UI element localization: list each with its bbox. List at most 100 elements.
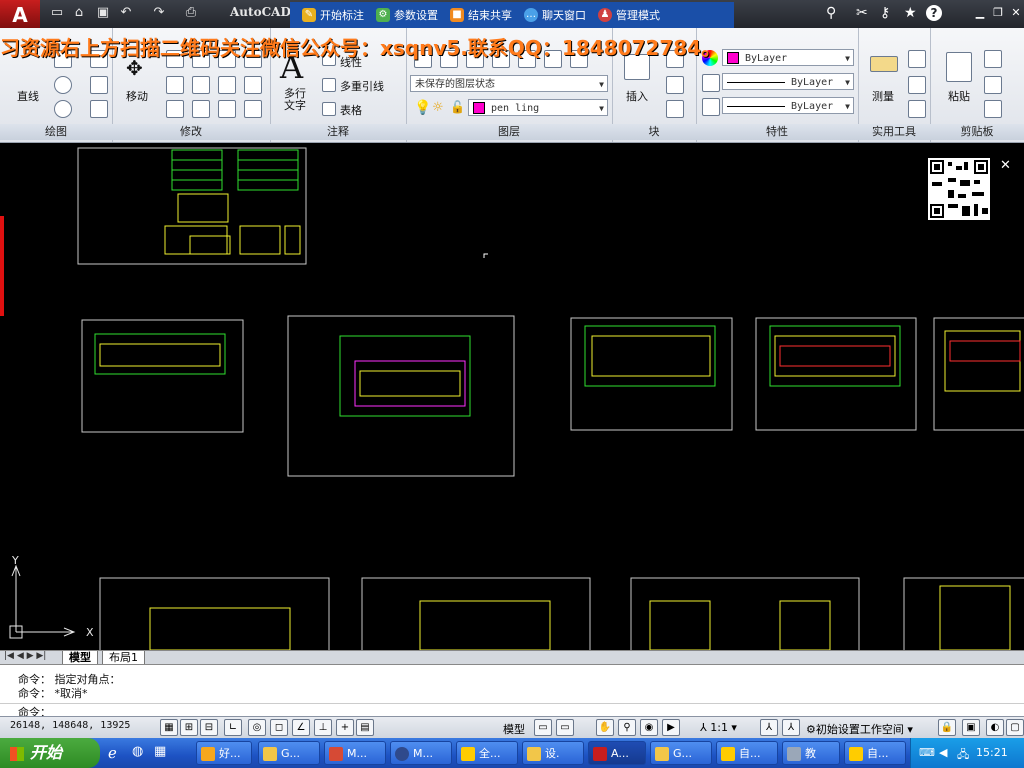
lineweight-dropdown[interactable]: ByLayer ▼	[722, 97, 854, 114]
clean-screen-icon[interactable]: ▢	[1006, 719, 1024, 736]
match-properties-icon[interactable]	[984, 100, 1002, 118]
taskbar-item[interactable]: 教	[782, 741, 840, 765]
circle-icon[interactable]	[54, 76, 72, 94]
clipboard-panel-title[interactable]: 剪贴板	[930, 124, 1024, 140]
ie-icon[interactable]: ℯ	[108, 744, 117, 762]
layers-panel-title[interactable]: 图层	[406, 124, 612, 140]
offset-icon[interactable]	[244, 76, 262, 94]
select-all-icon[interactable]	[908, 76, 926, 94]
draw-panel-title[interactable]: 绘图	[0, 124, 112, 140]
quick-view-drawings-icon[interactable]: ▭	[556, 719, 574, 736]
chat-window-button[interactable]: … 聊天窗口	[524, 7, 586, 23]
application-menu-button[interactable]: A	[0, 0, 40, 30]
quick-select-icon[interactable]	[908, 50, 926, 68]
restore-button[interactable]: ❐	[990, 6, 1006, 20]
new-file-icon[interactable]: ▭	[48, 5, 66, 21]
drawing-area[interactable]: Y X ✕	[0, 146, 1024, 650]
annotation-scale[interactable]: ⅄ 1:1 ▾	[700, 721, 737, 734]
taskbar-item[interactable]: M...	[324, 741, 386, 765]
snap-icon[interactable]: ⊞	[180, 719, 198, 736]
start-button[interactable]: 开始	[0, 738, 100, 768]
chamfer-icon[interactable]	[244, 100, 262, 118]
open-folder-icon[interactable]: ⌂	[70, 5, 88, 21]
fillet-icon[interactable]	[218, 76, 236, 94]
network-icon[interactable]: 🖧	[957, 746, 969, 765]
taskbar-item-active[interactable]: A...	[588, 741, 646, 765]
ducs-icon[interactable]: ⊥	[314, 719, 332, 736]
close-qr-icon[interactable]: ✕	[1000, 158, 1011, 173]
tools-icon[interactable]: ✂	[856, 5, 868, 21]
rectangle-icon[interactable]	[90, 76, 108, 94]
isolate-objects-icon[interactable]: ◐	[986, 719, 1004, 736]
help-icon[interactable]: ?	[926, 5, 942, 21]
ortho-icon[interactable]: ∟	[224, 719, 242, 736]
quick-view-layouts-icon[interactable]: ▭	[534, 719, 552, 736]
array-icon[interactable]	[218, 100, 236, 118]
infer-constraints-icon[interactable]: ▦	[160, 719, 178, 736]
end-share-button[interactable]: ■ 结束共享	[450, 7, 512, 23]
taskbar-item[interactable]: 设.	[522, 741, 584, 765]
measure-icon[interactable]	[870, 56, 898, 72]
binoculars-icon[interactable]: ⚲	[826, 5, 836, 21]
paste-icon[interactable]	[946, 52, 972, 82]
auto-scale-icon[interactable]: ⅄	[782, 719, 800, 736]
hatch-icon[interactable]	[90, 100, 108, 118]
model-space-label[interactable]: 模型	[503, 721, 525, 737]
ellipse-icon[interactable]	[54, 100, 72, 118]
otrack-icon[interactable]: ∠	[292, 719, 310, 736]
hardware-accel-icon[interactable]: ▣	[962, 719, 980, 736]
clock[interactable]: 15:21	[976, 746, 1008, 759]
pan-icon[interactable]: ✋	[596, 719, 614, 736]
linetype-icon[interactable]	[702, 74, 720, 92]
measure-button[interactable]: 测量	[868, 88, 898, 104]
tab-model[interactable]: 模型	[62, 651, 98, 665]
scale-icon[interactable]	[192, 100, 210, 118]
attribute-icon[interactable]	[666, 100, 684, 118]
color-dropdown[interactable]: ByLayer ▼	[722, 49, 854, 66]
media-icon[interactable]: ▦	[154, 744, 166, 759]
redo-icon[interactable]: ↷	[150, 5, 168, 21]
print-icon[interactable]: ⎙	[182, 5, 200, 21]
taskbar-item[interactable]: 全...	[456, 741, 518, 765]
workspace-switcher[interactable]: ⚙初始设置工作空间 ▾	[806, 721, 913, 737]
key-icon[interactable]: ⚷	[880, 5, 890, 21]
tab-layout1[interactable]: 布局1	[102, 651, 145, 665]
undo-icon[interactable]: ↶	[117, 5, 135, 21]
polar-icon[interactable]: ◎	[248, 719, 266, 736]
current-layer-dropdown[interactable]: pen ling ▼	[468, 99, 608, 116]
utilities-panel-title[interactable]: 实用工具	[858, 124, 930, 140]
settings-button[interactable]: ⚙ 参数设置	[376, 7, 438, 23]
stretch-icon[interactable]	[166, 100, 184, 118]
properties-panel-title[interactable]: 特性	[696, 124, 858, 140]
paste-button[interactable]: 粘贴	[944, 88, 974, 104]
dyn-icon[interactable]: +	[336, 719, 354, 736]
copy-icon[interactable]	[166, 76, 184, 94]
modify-panel-title[interactable]: 修改	[112, 124, 270, 140]
block-panel-title[interactable]: 块	[612, 124, 696, 140]
steering-wheel-icon[interactable]: ◉	[640, 719, 658, 736]
linetype-dropdown[interactable]: ByLayer ▼	[722, 73, 854, 90]
zoom-icon[interactable]: ⚲	[618, 719, 636, 736]
chrome-icon[interactable]: ◍	[132, 744, 143, 759]
insert-button[interactable]: 插入	[622, 88, 652, 104]
annotation-panel-title[interactable]: 注释	[270, 124, 406, 140]
lock-icon[interactable]: 🔒	[938, 719, 956, 736]
showmotion-icon[interactable]: ▶	[662, 719, 680, 736]
cut-icon[interactable]	[984, 50, 1002, 68]
expand-tray-icon[interactable]: ◀	[939, 746, 947, 759]
annotation-visibility-icon[interactable]: ⅄	[760, 719, 778, 736]
minimize-button[interactable]: ▁	[972, 6, 988, 20]
copy-clip-icon[interactable]	[984, 76, 1002, 94]
taskbar-item[interactable]: 自...	[844, 741, 906, 765]
save-icon[interactable]: ▣	[94, 5, 112, 21]
taskbar-item[interactable]: G...	[258, 741, 320, 765]
close-button[interactable]: ✕	[1008, 6, 1024, 20]
admin-mode-button[interactable]: ♟ 管理模式	[598, 7, 660, 23]
move-button[interactable]: 移动	[122, 88, 152, 104]
drawing-canvas[interactable]: Y X	[0, 146, 1024, 650]
star-icon[interactable]: ★	[904, 5, 917, 21]
mtext-button[interactable]: 多行 文字	[280, 88, 310, 112]
edit-block-icon[interactable]	[666, 76, 684, 94]
start-annotate-button[interactable]: ✎ 开始标注	[302, 7, 364, 23]
osnap-icon[interactable]: ◻	[270, 719, 288, 736]
